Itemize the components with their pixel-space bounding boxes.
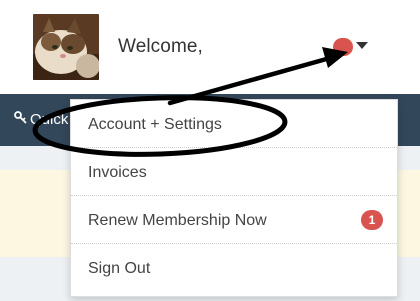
menu-item-label: Invoices: [88, 164, 147, 181]
header: Welcome,: [0, 0, 420, 94]
menu-item-sign-out[interactable]: Sign Out: [71, 244, 397, 292]
chevron-down-icon[interactable]: [356, 42, 368, 49]
notification-badge[interactable]: [333, 38, 353, 56]
menu-item-label: Account + Settings: [88, 116, 222, 133]
user-dropdown-menu: Account + Settings Invoices Renew Member…: [70, 99, 398, 297]
count-badge: 1: [361, 210, 383, 230]
page: Welcome, Quick Links Account + Settings …: [0, 0, 420, 301]
link-icon: [14, 110, 28, 129]
menu-item-renew-membership[interactable]: Renew Membership Now 1: [71, 196, 397, 244]
menu-item-invoices[interactable]: Invoices: [71, 148, 397, 196]
welcome-text: Welcome,: [118, 36, 203, 57]
nav-item-label[interactable]: Quick Links: [30, 111, 68, 128]
menu-item-label: Sign Out: [88, 260, 151, 277]
menu-item-label: Renew Membership Now: [88, 212, 267, 229]
menu-item-account-settings[interactable]: Account + Settings: [71, 100, 397, 148]
avatar[interactable]: [33, 14, 99, 80]
